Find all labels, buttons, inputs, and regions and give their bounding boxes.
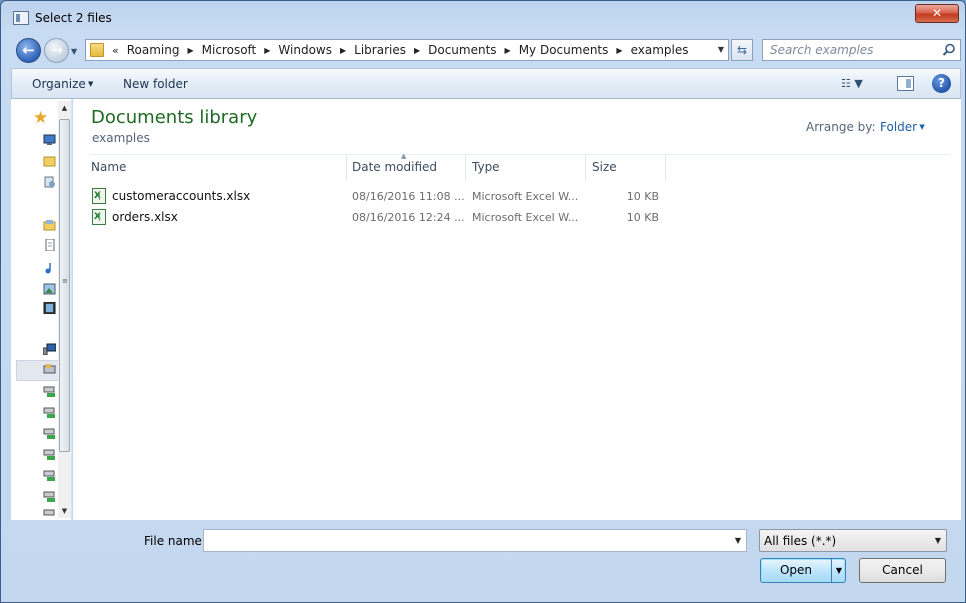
videos-icon[interactable]	[43, 302, 56, 314]
pictures-icon[interactable]	[43, 283, 56, 295]
column-divider[interactable]	[585, 155, 586, 180]
preview-pane-icon[interactable]	[897, 76, 914, 91]
breadcrumb-item[interactable]: Microsoft	[202, 43, 257, 57]
help-icon[interactable]: ?	[932, 74, 951, 93]
new-folder-button[interactable]: New folder	[123, 77, 188, 91]
cancel-button[interactable]: Cancel	[859, 558, 946, 583]
refresh-button[interactable]: ⇆	[731, 39, 753, 61]
desktop-icon[interactable]	[43, 134, 56, 146]
file-row[interactable]: customeraccounts.xlsx 08/16/2016 11:08 .…	[90, 187, 665, 207]
file-date: 08/16/2016 11:08 ...	[352, 190, 465, 203]
breadcrumb-item[interactable]: My Documents	[519, 43, 609, 57]
favorites-star-icon[interactable]: ★	[33, 110, 48, 127]
file-list-pane: Documents library examples Arrange by: F…	[73, 99, 961, 520]
file-size: 10 KB	[626, 211, 659, 224]
network-drive-icon[interactable]	[43, 509, 56, 518]
chevron-right-icon[interactable]: ▶	[340, 46, 346, 55]
excel-file-icon	[92, 188, 106, 204]
open-button-label[interactable]: Open	[761, 559, 831, 582]
close-button[interactable]: ✕	[915, 4, 959, 23]
network-drive-icon[interactable]	[43, 470, 56, 482]
chevron-right-icon[interactable]: ▶	[616, 46, 622, 55]
column-header-date[interactable]: Date modified	[352, 160, 437, 174]
recent-pages-dropdown[interactable]: ▼	[71, 47, 77, 56]
breadcrumb-item[interactable]: Libraries	[354, 43, 406, 57]
command-bar: Organize New folder ☷ ▼ ?	[11, 68, 961, 99]
scroll-up-arrow-icon[interactable]: ▲	[58, 101, 71, 115]
local-disk-icon[interactable]	[43, 363, 56, 375]
search-icon[interactable]	[942, 43, 956, 57]
address-history-dropdown[interactable]: ▼	[718, 45, 724, 54]
forward-button[interactable]: →	[44, 38, 69, 63]
title-bar: Select 2 files ✕	[1, 1, 965, 35]
arrange-by-label: Arrange by:	[806, 120, 876, 134]
column-header-name[interactable]: Name	[91, 160, 126, 174]
chevron-right-icon[interactable]: ▶	[264, 46, 270, 55]
library-subtitle: examples	[92, 131, 150, 145]
arrange-by-dropdown[interactable]: Folder	[880, 120, 925, 134]
file-open-dialog: Select 2 files ✕ ← → ▼ « Roaming ▶ Micro…	[0, 0, 966, 603]
dialog-app-icon	[13, 11, 29, 25]
file-type: Microsoft Excel W...	[472, 211, 579, 224]
column-header-type[interactable]: Type	[472, 160, 500, 174]
address-bar[interactable]: « Roaming ▶ Microsoft ▶ Windows ▶ Librar…	[85, 39, 729, 61]
grip-icon: ≡	[62, 277, 68, 285]
file-type-filter[interactable]: All files (*.*) ▼	[759, 529, 947, 552]
file-type: Microsoft Excel W...	[472, 190, 579, 203]
breadcrumb-item[interactable]: Windows	[278, 43, 332, 57]
library-title: Documents library	[91, 107, 258, 128]
recent-places-icon[interactable]	[43, 176, 56, 188]
network-drive-icon[interactable]	[43, 491, 56, 503]
breadcrumb-overflow[interactable]: «	[112, 44, 119, 57]
back-button[interactable]: ←	[16, 38, 41, 63]
change-view-button[interactable]: ☷ ▼	[841, 77, 875, 91]
open-button[interactable]: Open ▼	[760, 558, 846, 583]
libraries-icon[interactable]	[43, 219, 56, 231]
search-placeholder: Search examples	[770, 43, 874, 57]
documents-icon[interactable]	[43, 239, 56, 251]
navigation-pane: ★ ▲ ≡ ▼	[11, 99, 72, 520]
breadcrumb: « Roaming ▶ Microsoft ▶ Windows ▶ Librar…	[112, 43, 688, 57]
folder-icon	[90, 43, 104, 57]
file-type-filter-value: All files (*.*)	[764, 534, 837, 548]
nav-scrollbar[interactable]: ▲ ≡ ▼	[58, 101, 71, 518]
breadcrumb-item[interactable]: Roaming	[127, 43, 180, 57]
chevron-right-icon[interactable]: ▶	[187, 46, 193, 55]
chevron-down-icon[interactable]: ▼	[735, 536, 741, 545]
file-row[interactable]: orders.xlsx 08/16/2016 12:24 ... Microso…	[90, 208, 665, 228]
network-drive-icon[interactable]	[43, 386, 56, 398]
file-date: 08/16/2016 12:24 ...	[352, 211, 465, 224]
computer-icon[interactable]	[43, 343, 56, 355]
network-drive-icon[interactable]	[43, 407, 56, 419]
search-input[interactable]: Search examples	[762, 39, 961, 61]
network-drive-icon[interactable]	[43, 428, 56, 440]
column-header-size[interactable]: Size	[592, 160, 617, 174]
organize-menu-button[interactable]: Organize	[32, 77, 93, 91]
column-divider[interactable]	[665, 155, 666, 180]
chevron-right-icon[interactable]: ▶	[505, 46, 511, 55]
column-divider[interactable]	[465, 155, 466, 180]
excel-file-icon	[92, 209, 106, 225]
scroll-down-arrow-icon[interactable]: ▼	[58, 504, 71, 518]
open-split-dropdown[interactable]: ▼	[831, 559, 846, 582]
file-name: customeraccounts.xlsx	[112, 189, 251, 203]
file-name-input[interactable]: ▼	[203, 529, 747, 552]
breadcrumb-item[interactable]: examples	[631, 43, 689, 57]
header-divider	[91, 154, 949, 155]
file-name-label: File name:	[144, 534, 206, 548]
music-icon[interactable]	[43, 262, 56, 274]
file-name: orders.xlsx	[112, 210, 178, 224]
chevron-right-icon[interactable]: ▶	[414, 46, 420, 55]
network-drive-icon[interactable]	[43, 449, 56, 461]
downloads-folder-icon[interactable]	[43, 155, 56, 167]
file-size: 10 KB	[626, 190, 659, 203]
breadcrumb-item[interactable]: Documents	[428, 43, 496, 57]
scroll-thumb[interactable]: ≡	[59, 119, 70, 452]
column-divider[interactable]	[346, 155, 347, 180]
chevron-down-icon[interactable]: ▼	[935, 536, 941, 545]
sort-ascending-icon: ▲	[401, 152, 407, 160]
dialog-title: Select 2 files	[35, 11, 112, 25]
